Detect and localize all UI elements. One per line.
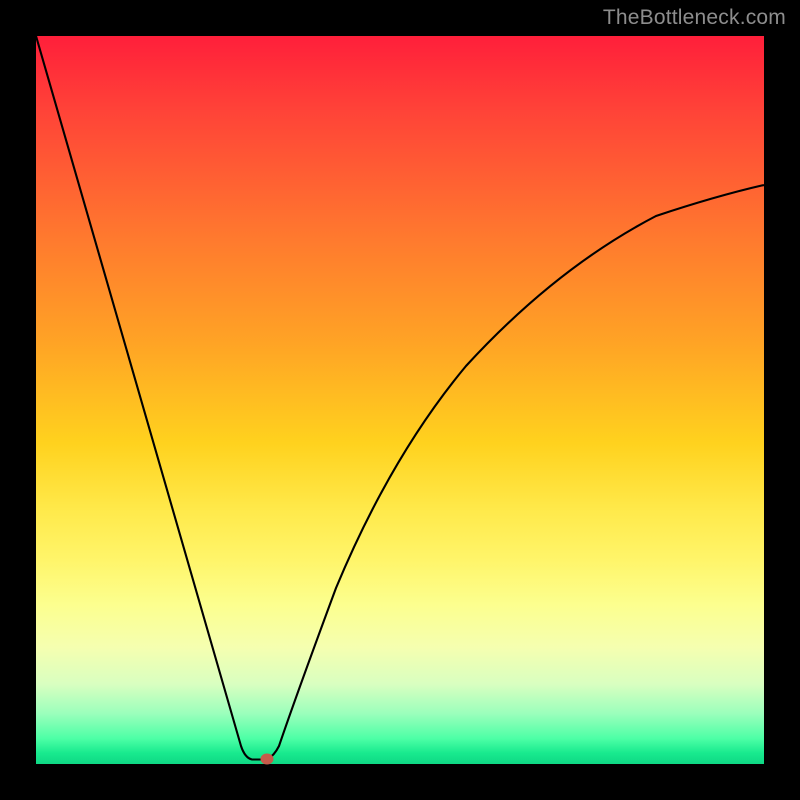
bottleneck-marker <box>261 754 274 765</box>
curve-path <box>36 36 764 760</box>
watermark-text: TheBottleneck.com <box>603 6 786 30</box>
bottleneck-curve <box>36 36 764 764</box>
chart-frame: TheBottleneck.com <box>0 0 800 800</box>
plot-area <box>36 36 764 764</box>
